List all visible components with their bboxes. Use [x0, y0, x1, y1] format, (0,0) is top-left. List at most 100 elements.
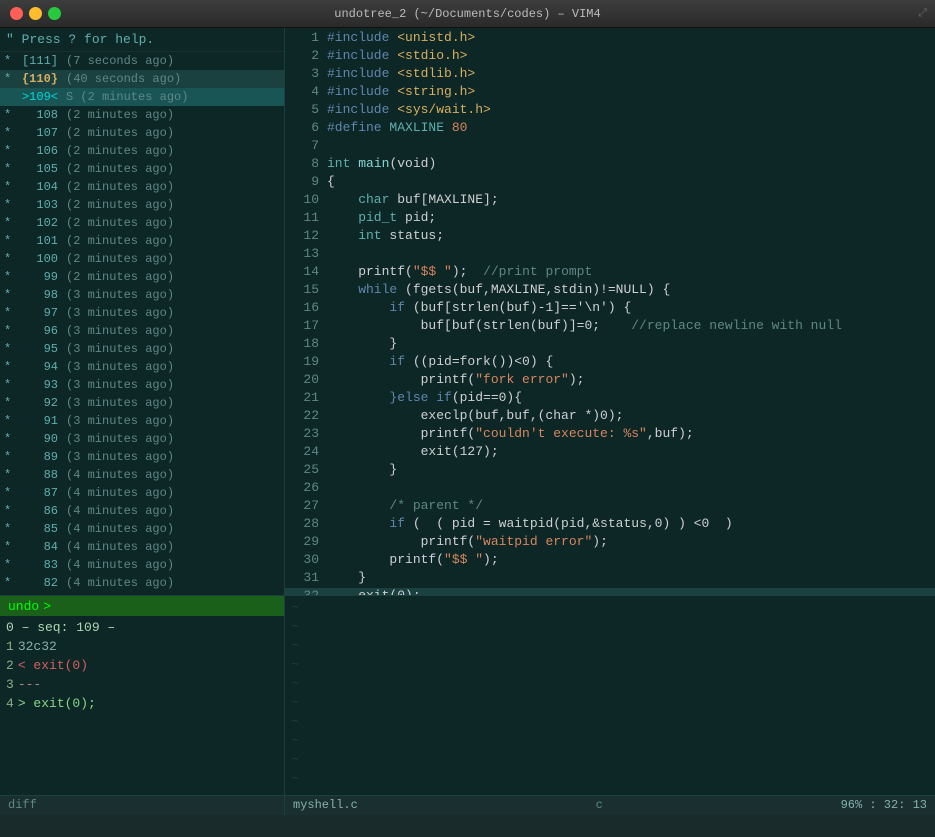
undo-item[interactable]: *[111](7 seconds ago)	[0, 52, 284, 70]
undo-item[interactable]: *102(2 minutes ago)	[0, 214, 284, 232]
tilde-line: ~	[291, 712, 929, 731]
undo-item[interactable]: *106(2 minutes ago)	[0, 142, 284, 160]
code-area: 1#include <unistd.h>2#include <stdio.h>3…	[285, 28, 935, 595]
undo-item[interactable]: *107(2 minutes ago)	[0, 124, 284, 142]
undo-item[interactable]: *91(3 minutes ago)	[0, 412, 284, 430]
line-number: 27	[291, 498, 319, 513]
line-number: 14	[291, 264, 319, 279]
undo-item[interactable]: *90(3 minutes ago)	[0, 430, 284, 448]
undo-item[interactable]: *103(2 minutes ago)	[0, 196, 284, 214]
code-content: execlp(buf,buf,(char *)0);	[327, 408, 623, 423]
undo-star-icon: *	[4, 540, 16, 554]
line-number: 5	[291, 102, 319, 117]
code-line: 29 printf("waitpid error");	[285, 534, 935, 552]
undo-item[interactable]: *105(2 minutes ago)	[0, 160, 284, 178]
code-line: 11 pid_t pid;	[285, 210, 935, 228]
code-line: 18 }	[285, 336, 935, 354]
undo-item[interactable]: *93(3 minutes ago)	[0, 376, 284, 394]
code-content: buf[buf(strlen(buf)]=0; //replace newlin…	[327, 318, 842, 333]
undo-item[interactable]: *83(4 minutes ago)	[0, 556, 284, 574]
undo-time: (3 minutes ago)	[66, 324, 174, 338]
undo-item[interactable]: *98(3 minutes ago)	[0, 286, 284, 304]
undo-item[interactable]: *86(4 minutes ago)	[0, 502, 284, 520]
undo-number: [111]	[16, 54, 58, 68]
code-content: #include <unistd.h>	[327, 30, 475, 45]
undo-number: 95	[16, 342, 58, 356]
code-line: 27 /* parent */	[285, 498, 935, 516]
code-line: 6 #define MAXLINE 80	[285, 120, 935, 138]
undo-item[interactable]: *89(3 minutes ago)	[0, 448, 284, 466]
undo-number: 101	[16, 234, 58, 248]
tilde-panel: ~~~~~~~~~~	[285, 596, 935, 795]
code-line: 23 printf("couldn't execute: %s",buf);	[285, 426, 935, 444]
undo-star-icon: *	[4, 396, 16, 410]
undo-star-icon: *	[4, 576, 16, 590]
undo-item[interactable]: >109<S (2 minutes ago)	[0, 88, 284, 106]
undo-star-icon: *	[4, 252, 16, 266]
undo-tab[interactable]: undo >	[0, 596, 284, 616]
code-editor[interactable]: 1#include <unistd.h>2#include <stdio.h>3…	[285, 28, 935, 595]
undo-star-icon: *	[4, 486, 16, 500]
code-content: {	[327, 174, 335, 189]
undo-item[interactable]: *92(3 minutes ago)	[0, 394, 284, 412]
undo-time: (2 minutes ago)	[66, 108, 174, 122]
undo-item[interactable]: *100(2 minutes ago)	[0, 250, 284, 268]
code-line: 28 if ( ( pid = waitpid(pid,&status,0) )…	[285, 516, 935, 534]
undo-number: 96	[16, 324, 58, 338]
undo-time: (4 minutes ago)	[66, 504, 174, 518]
undo-star-icon: *	[4, 432, 16, 446]
code-content: #include <sys/wait.h>	[327, 102, 491, 117]
undo-item[interactable]: *87(4 minutes ago)	[0, 484, 284, 502]
code-content: printf("$$ ");	[327, 552, 499, 567]
undo-time: (4 minutes ago)	[66, 576, 174, 590]
undo-item[interactable]: *84(4 minutes ago)	[0, 538, 284, 556]
undo-item[interactable]: *82 (4 minutes ago)	[0, 574, 284, 592]
undo-item[interactable]: *85(4 minutes ago)	[0, 520, 284, 538]
undo-number: 105	[16, 162, 58, 176]
undo-tab-label: undo	[8, 599, 39, 614]
status-diff-label: diff	[8, 798, 37, 812]
line-number: 6	[291, 120, 319, 135]
undo-time: (4 minutes ago)	[66, 486, 174, 500]
code-content: #define MAXLINE 80	[327, 120, 467, 135]
undo-time: (3 minutes ago)	[66, 432, 174, 446]
undo-star-icon: *	[4, 270, 16, 284]
undo-item[interactable]: *{110}(40 seconds ago)	[0, 70, 284, 88]
close-button[interactable]	[10, 7, 23, 20]
undo-star-icon: *	[4, 522, 16, 536]
undo-time: (2 minutes ago)	[66, 216, 174, 230]
code-line: 21 }else if(pid==0){	[285, 390, 935, 408]
undo-time: (2 minutes ago)	[66, 126, 174, 140]
undo-number: 82	[16, 576, 58, 590]
undo-item[interactable]: *97(3 minutes ago)	[0, 304, 284, 322]
undo-item[interactable]: *96(3 minutes ago)	[0, 322, 284, 340]
undo-star-icon: *	[4, 306, 16, 320]
undo-star-icon: *	[4, 180, 16, 194]
undo-item[interactable]: *108(2 minutes ago)	[0, 106, 284, 124]
undo-item[interactable]: *101(2 minutes ago)	[0, 232, 284, 250]
tilde-line: ~	[291, 731, 929, 750]
undo-number: 107	[16, 126, 58, 140]
undo-item[interactable]: *88(4 minutes ago)	[0, 466, 284, 484]
line-number: 1	[291, 30, 319, 45]
line-number: 11	[291, 210, 319, 225]
minimize-button[interactable]	[29, 7, 42, 20]
tilde-line: ~	[291, 655, 929, 674]
undo-item[interactable]: *95(3 minutes ago)	[0, 340, 284, 358]
undo-number: 99	[16, 270, 58, 284]
line-number: 29	[291, 534, 319, 549]
code-line: 26	[285, 480, 935, 498]
undo-item[interactable]: *94(3 minutes ago)	[0, 358, 284, 376]
tilde-line: ~	[291, 617, 929, 636]
undo-item[interactable]: *99(2 minutes ago)	[0, 268, 284, 286]
undo-star-icon: *	[4, 72, 16, 86]
undo-star-icon: *	[4, 414, 16, 428]
code-content: if ( ( pid = waitpid(pid,&status,0) ) <0…	[327, 516, 733, 531]
undo-item[interactable]: *104(2 minutes ago)	[0, 178, 284, 196]
undo-number: 92	[16, 396, 58, 410]
line-number: 2	[291, 48, 319, 63]
maximize-button[interactable]	[48, 7, 61, 20]
undo-star-icon: *	[4, 450, 16, 464]
line-number: 9	[291, 174, 319, 189]
code-content: pid_t pid;	[327, 210, 436, 225]
